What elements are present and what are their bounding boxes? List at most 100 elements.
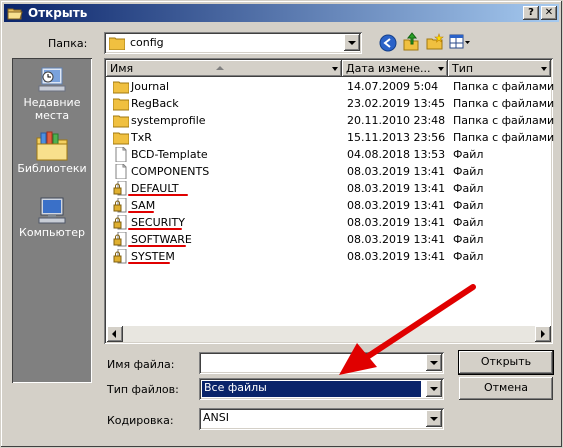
filetype-label: Тип файлов: — [107, 383, 179, 396]
file-type: Файл — [453, 250, 484, 263]
libraries-icon — [36, 131, 68, 161]
folder-icon — [113, 81, 129, 94]
column-name-label: Имя — [110, 62, 134, 75]
scroll-right-button[interactable] — [535, 326, 551, 342]
encoding-label: Кодировка: — [107, 414, 174, 427]
file-type: Папка с файлами — [453, 114, 555, 127]
file-name: systemprofile — [131, 114, 206, 127]
encoding-select[interactable]: ANSI — [199, 408, 444, 430]
file-row[interactable]: RegBack 23.02.2019 13:45 Папка с файлами — [107, 95, 555, 112]
folder-label: Папка: — [48, 37, 88, 50]
scroll-left-button[interactable] — [107, 326, 123, 342]
file-row[interactable]: Journal 14.07.2009 5:04 Папка с файлами — [107, 78, 555, 95]
file-row[interactable]: SAM 08.03.2019 13:41 Файл — [107, 197, 551, 214]
recent-places-icon — [38, 67, 66, 92]
file-name: BCD-Template — [131, 148, 208, 161]
locked-file-icon — [113, 181, 127, 196]
place-recent[interactable]: Недавние места — [12, 66, 92, 122]
chevron-right-icon — [541, 330, 545, 338]
file-type: Папка с файлами — [453, 131, 555, 144]
file-name: Journal — [131, 80, 170, 93]
annotation-underline — [128, 194, 188, 196]
file-name: COMPONENTS — [131, 165, 210, 178]
locked-file-icon — [113, 198, 127, 213]
filetype-dropdown-button[interactable] — [426, 380, 442, 397]
open-folder-icon — [7, 8, 23, 20]
file-row[interactable]: BCD-Template 04.08.2018 13:53 Файл — [107, 146, 551, 163]
annotation-arrow — [339, 284, 476, 375]
locked-file-icon — [113, 215, 127, 230]
open-file-dialog: Открыть ? ✕ Папка: config Недавние места… — [0, 0, 563, 448]
file-date: 04.08.2018 13:53 — [347, 148, 446, 161]
filename-label: Имя файла: — [107, 358, 175, 371]
file-icon — [115, 147, 127, 162]
file-row[interactable]: systemprofile 20.11.2010 23:48 Папка с фай… — [107, 112, 555, 129]
view-menu-icon[interactable] — [449, 34, 471, 50]
locked-file-icon — [113, 249, 127, 264]
folder-combo[interactable]: config — [104, 32, 362, 54]
column-header-date[interactable]: Дата измене... — [342, 60, 448, 77]
column-date-label: Дата измене... — [346, 62, 431, 75]
file-date: 23.02.2019 13:45 — [347, 97, 446, 110]
computer-icon — [38, 197, 66, 224]
file-type: Файл — [453, 216, 484, 229]
folder-icon — [109, 37, 125, 50]
file-date: 08.03.2019 13:41 — [347, 165, 446, 178]
filetype-value: Все файлы — [204, 381, 267, 394]
chevron-left-icon — [112, 330, 116, 338]
file-row[interactable]: SYSTEM 08.03.2019 13:41 Файл — [107, 248, 551, 265]
chevron-down-icon[interactable] — [438, 67, 444, 71]
file-date: 14.07.2009 5:04 — [347, 80, 439, 93]
file-date: 08.03.2019 13:41 — [347, 233, 446, 246]
file-type: Файл — [453, 148, 484, 161]
folder-dropdown-button[interactable] — [344, 34, 360, 51]
encoding-dropdown-button[interactable] — [426, 410, 442, 427]
file-name: RegBack — [131, 97, 179, 110]
file-type: Файл — [453, 199, 484, 212]
file-date: 08.03.2019 13:41 — [347, 216, 446, 229]
up-folder-icon[interactable] — [402, 32, 420, 52]
chevron-down-icon — [430, 387, 438, 391]
place-computer-label: Компьютер — [19, 226, 85, 239]
file-type: Папка с файлами — [453, 80, 555, 93]
locked-file-icon — [113, 232, 127, 247]
file-date: 20.11.2010 23:48 — [347, 114, 446, 127]
chevron-down-icon[interactable] — [332, 67, 338, 71]
new-folder-icon[interactable] — [426, 33, 444, 51]
chevron-down-icon — [348, 41, 356, 45]
annotation-underline — [128, 245, 186, 247]
column-header-name[interactable]: Имя — [106, 60, 342, 77]
file-type: Файл — [453, 233, 484, 246]
file-type: Файл — [453, 165, 484, 178]
file-name: TxR — [131, 131, 152, 144]
sort-ascending-icon — [216, 66, 224, 70]
file-type: Папка с файлами — [453, 97, 555, 110]
annotation-underline — [128, 262, 170, 264]
folder-value: config — [130, 36, 164, 49]
places-bar: Недавние места Библиотеки Компьютер — [12, 58, 92, 383]
chevron-down-icon[interactable] — [541, 67, 547, 71]
file-row[interactable]: TxR 15.11.2013 23:56 Папка с файлами — [107, 129, 555, 146]
place-libraries[interactable]: Библиотеки — [12, 130, 92, 175]
folder-icon — [113, 132, 129, 145]
column-type-label: Тип — [452, 62, 474, 75]
file-date: 15.11.2013 23:56 — [347, 131, 446, 144]
encoding-value: ANSI — [203, 411, 229, 424]
file-date: 08.03.2019 13:41 — [347, 250, 446, 263]
window-title: Открыть — [28, 6, 88, 20]
filetype-select[interactable]: Все файлы — [199, 378, 444, 400]
file-date: 08.03.2019 13:41 — [347, 199, 446, 212]
back-icon[interactable] — [379, 34, 397, 52]
column-header-type[interactable]: Тип — [448, 60, 551, 77]
file-type: Файл — [453, 182, 484, 195]
chevron-down-icon — [430, 417, 438, 421]
file-row[interactable]: COMPONENTS 08.03.2019 13:41 Файл — [107, 163, 551, 180]
place-computer[interactable]: Компьютер — [12, 196, 92, 239]
title-bar[interactable]: Открыть ? ✕ — [4, 4, 559, 22]
close-button[interactable]: ✕ — [541, 6, 557, 20]
help-button[interactable]: ? — [523, 6, 539, 20]
folder-icon — [113, 98, 129, 111]
file-icon — [115, 164, 127, 179]
place-libraries-label: Библиотеки — [17, 162, 87, 175]
place-recent-label: Недавние места — [23, 96, 81, 122]
